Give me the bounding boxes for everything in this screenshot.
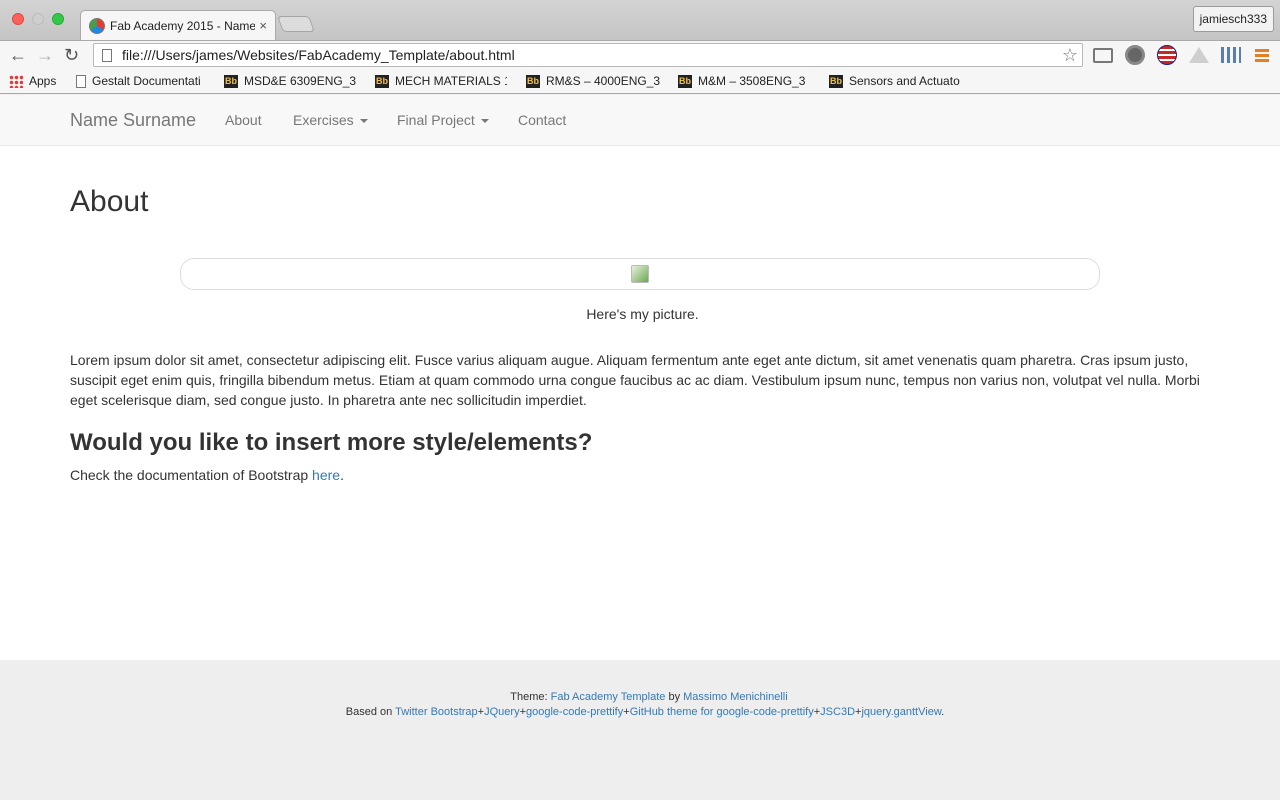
page-icon (102, 48, 112, 62)
broken-image-icon (631, 265, 649, 283)
nav-item-label: Final Project (397, 112, 475, 128)
bookmark-label: MSD&E 6309ENG_3 (244, 74, 357, 88)
bookmark-mech-materials[interactable]: Bb MECH MATERIALS 1 (375, 69, 507, 93)
about-paragraph: Lorem ipsum dolor sit amet, consectetur … (70, 352, 1200, 408)
cast-icon[interactable] (1093, 48, 1113, 63)
page-footer: Theme: Fab Academy Template by Massimo M… (0, 660, 1280, 800)
back-arrow-icon[interactable]: ← (9, 44, 27, 66)
bookmark-label: Apps (29, 74, 57, 88)
bookmark-apps[interactable]: Apps (9, 69, 69, 93)
page-title: About (70, 185, 149, 218)
tab-close-icon[interactable]: × (259, 18, 267, 33)
picture-caption: Here's my picture. (586, 306, 699, 322)
bookmark-star-icon[interactable]: ☆ (1062, 45, 1078, 66)
browser-tab-active[interactable]: Fab Academy 2015 - Name Surname × (80, 10, 276, 40)
blackboard-icon: Bb (678, 74, 692, 88)
footer-based-line: Based on Twitter Bootstrap+JQuery+google… (0, 706, 1280, 718)
nav-item-about[interactable]: About (225, 112, 262, 128)
bookmark-label: MECH MATERIALS 1 (395, 74, 507, 88)
browser-menu-icon[interactable] (1255, 49, 1269, 62)
bootstrap-doc-link[interactable]: here (312, 467, 340, 483)
new-tab-button[interactable] (277, 16, 315, 32)
window-close-button[interactable] (12, 13, 24, 25)
caret-down-icon (480, 119, 489, 124)
bookmarks-bar: Apps Gestalt Documentati Bb MSD&E 6309EN… (0, 69, 1280, 94)
blackboard-icon: Bb (375, 74, 389, 88)
browser-titlebar: Fab Academy 2015 - Name Surname × jamies… (0, 0, 1280, 40)
blackboard-icon: Bb (526, 74, 540, 88)
fab-academy-favicon-icon (89, 17, 105, 34)
bookmark-msde[interactable]: Bb MSD&E 6309ENG_3 (224, 69, 360, 93)
nav-item-final-project[interactable]: Final Project (397, 112, 489, 128)
reload-icon[interactable]: ↻ (64, 44, 79, 66)
github-theme-link[interactable]: GitHub theme for google-code-prettify (630, 706, 814, 718)
prettify-link[interactable]: google-code-prettify (526, 706, 623, 718)
bookmark-sensors[interactable]: Bb Sensors and Actuato (829, 69, 967, 93)
nav-item-exercises[interactable]: Exercises (293, 112, 368, 128)
url-text[interactable]: file:///Users/james/Websites/FabAcademy_… (122, 47, 1062, 63)
drive-extension-icon[interactable] (1189, 47, 1209, 63)
ganttview-link[interactable]: jquery.ganttView (861, 706, 941, 718)
window-maximize-button[interactable] (52, 13, 64, 25)
jsc3d-link[interactable]: JSC3D (820, 706, 855, 718)
film-reel-extension-icon[interactable] (1125, 45, 1145, 65)
apps-icon (9, 74, 23, 88)
footer-text: Theme: (510, 691, 551, 703)
jquery-link[interactable]: JQuery (484, 706, 519, 718)
address-bar[interactable]: file:///Users/james/Websites/FabAcademy_… (93, 43, 1083, 67)
flag-extension-icon[interactable] (1157, 45, 1177, 65)
doc-text: Check the documentation of Bootstrap (70, 467, 313, 483)
bookmark-mm[interactable]: Bb M&M – 3508ENG_3 (678, 69, 814, 93)
bookmark-label: Sensors and Actuato (849, 74, 960, 88)
author-link[interactable]: Massimo Menichinelli (683, 691, 788, 703)
web-page: Name Surname About Exercises Final Proje… (0, 95, 1280, 800)
browser-toolbar: ← → ↻ file:///Users/james/Websites/FabAc… (0, 40, 1280, 69)
profile-picture-frame (180, 258, 1100, 290)
tab-title: Fab Academy 2015 - Name Surname (110, 18, 256, 33)
bookmark-rms[interactable]: Bb RM&S – 4000ENG_3 (526, 69, 660, 93)
blackboard-icon: Bb (829, 74, 843, 88)
site-navbar: Name Surname About Exercises Final Proje… (0, 95, 1280, 146)
footer-text: Based on (345, 706, 396, 718)
section-heading: Would you like to insert more style/elem… (70, 429, 593, 456)
blackboard-icon: Bb (224, 74, 238, 88)
bookmark-label: M&M – 3508ENG_3 (698, 74, 806, 88)
bootstrap-link[interactable]: Twitter Bootstrap (395, 706, 478, 718)
forward-arrow-icon[interactable]: → (36, 44, 54, 66)
footer-text: by (665, 691, 684, 703)
theme-link[interactable]: Fab Academy Template (551, 691, 666, 703)
nav-item-contact[interactable]: Contact (518, 112, 566, 128)
footer-text: . (941, 706, 945, 718)
footer-theme-line: Theme: Fab Academy Template by Massimo M… (0, 691, 1280, 703)
bookmark-label: Gestalt Documentati (92, 74, 201, 88)
profile-button[interactable]: jamiesch333 (1192, 6, 1274, 32)
document-icon (76, 74, 86, 88)
navbar-brand[interactable]: Name Surname (70, 110, 196, 131)
window-minimize-button[interactable] (32, 13, 44, 25)
bars-extension-icon[interactable] (1221, 47, 1241, 63)
bootstrap-doc-line: Check the documentation of Bootstrap her… (70, 467, 344, 483)
bookmark-label: RM&S – 4000ENG_3 (546, 74, 660, 88)
doc-suffix: . (340, 467, 344, 483)
caret-down-icon (359, 119, 368, 124)
nav-item-label: Exercises (293, 112, 354, 128)
bookmark-gestalt[interactable]: Gestalt Documentati (76, 69, 210, 93)
